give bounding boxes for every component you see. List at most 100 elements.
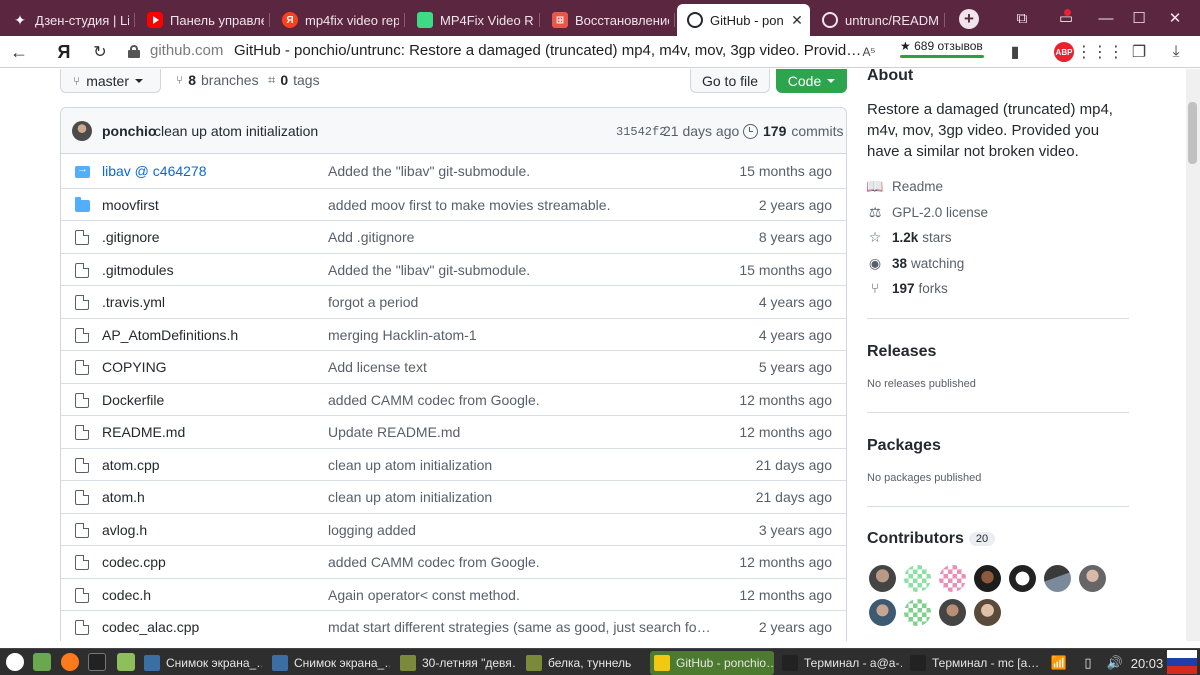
file-name[interactable]: .gitignore [102,229,160,245]
file-name[interactable]: AP_AtomDefinitions.h [102,327,238,343]
taskbar-window-button[interactable]: Терминал - mc [a… [906,651,1038,675]
file-name[interactable]: .gitmodules [102,262,174,278]
show-desktop-icon[interactable] [33,653,51,671]
wifi-icon[interactable]: 📶 [1048,653,1070,673]
license-link[interactable]: ⚖ GPL-2.0 license [867,202,988,222]
tabs-overview-icon[interactable]: ⧉ [1011,8,1033,28]
taskbar-window-button[interactable]: белка, туннель [522,651,644,675]
volume-icon[interactable]: 🔊 [1104,653,1126,673]
file-row[interactable]: avlog.h logging added 3 years ago [61,512,846,546]
maximize-icon[interactable]: ☐ [1128,8,1150,28]
file-commit-message[interactable]: added CAMM codec from Google. [328,554,713,570]
file-commit-message[interactable]: Add .gitignore [328,229,713,245]
file-commit-message[interactable]: mdat start different strategies (same as… [328,619,713,635]
file-commit-message[interactable]: Update README.md [328,424,713,440]
taskbar-window-button[interactable]: 30-летняя "девя… [396,651,516,675]
commit-message[interactable]: clean up atom initialization [154,123,318,139]
avatar[interactable] [72,121,92,141]
taskbar-window-button[interactable]: GitHub - ponchio… [650,651,774,675]
commit-sha[interactable]: 31542f2 [616,125,666,139]
branch-selector[interactable]: ⑂ master [60,69,161,93]
file-row[interactable]: .gitignore Add .gitignore 8 years ago [61,220,846,253]
file-row[interactable]: codec.cpp added CAMM codec from Google. 12… [61,545,846,578]
close-window-icon[interactable]: ✕ [1164,8,1186,28]
firefox-icon[interactable] [61,653,79,671]
file-commit-message[interactable]: added CAMM codec from Google. [328,392,713,408]
reviews-badge[interactable]: ★ 689 отзывов [900,39,984,58]
file-name[interactable]: COPYING [102,359,167,375]
avatar[interactable] [974,599,1001,626]
avatar[interactable] [869,565,896,592]
file-commit-message[interactable]: clean up atom initialization [328,457,713,473]
file-row[interactable]: .travis.yml forgot a period 4 years ago [61,285,846,318]
file-commit-message[interactable]: Add license text [328,359,713,375]
file-row[interactable]: libav @ c464278 Added the "libav" git-sub… [61,155,846,188]
file-row[interactable]: COPYING Add license text 5 years ago [61,350,846,383]
file-row[interactable]: atom.cpp clean up atom initialization 21 d… [61,447,846,481]
russian-flag-icon[interactable] [1167,650,1197,674]
file-row[interactable]: README.md Update README.md 12 months ago [61,415,846,448]
file-commit-message[interactable]: Again operator< const method. [328,587,713,603]
file-name[interactable]: codec.h [102,587,151,603]
apps-grid-icon[interactable]: ⋮⋮⋮ [1076,41,1124,63]
file-row[interactable]: AP_AtomDefinitions.h merging Hacklin-atom… [61,317,846,351]
file-commit-message[interactable]: Added the "libav" git-submodule. [328,262,713,278]
file-row[interactable]: moovfirst added moov first to make movies… [61,187,846,221]
close-tab-icon[interactable]: ✕ [790,12,804,29]
browser-tab[interactable]: ✦ Дзен-студия | Lin [2,4,135,36]
file-name[interactable]: codec_alac.cpp [102,619,199,635]
mint-menu-icon[interactable] [6,653,24,671]
download-icon[interactable]: ⤓ [1165,41,1187,63]
adblock-icon[interactable]: ABP [1054,42,1074,62]
reload-icon[interactable]: ↻ [88,40,112,64]
tags-link[interactable]: ⌗ 0 tags [268,72,320,88]
contributors-title[interactable]: Contributors 20 [867,530,996,548]
file-row[interactable]: atom.h clean up atom initialization 21 day… [61,480,846,513]
stars-link[interactable]: ☆ 1.2k stars [867,227,952,247]
file-name[interactable]: moovfirst [102,197,159,213]
avatar[interactable] [1009,565,1036,592]
commit-author[interactable]: ponchio [102,123,156,139]
browser-tab[interactable]: Панель управлен [137,4,270,36]
file-name[interactable]: README.md [102,424,185,440]
go-to-file-button[interactable]: Go to file [690,69,770,93]
scrollbar-thumb[interactable] [1188,102,1197,164]
terminal-icon[interactable] [88,653,106,671]
clock[interactable]: 20:03 [1130,653,1164,673]
new-tab-button[interactable]: + [959,9,979,29]
browser-tab[interactable]: untrunc/README [812,4,945,36]
avatar[interactable] [904,599,931,626]
code-button[interactable]: Code [776,69,847,93]
url-host[interactable]: github.com [150,42,223,59]
file-name[interactable]: Dockerfile [102,392,164,408]
avatar[interactable] [974,565,1001,592]
file-name[interactable]: libav @ c464278 [102,163,207,179]
file-row[interactable]: codec.h Again operator< const method. 12 m… [61,577,846,611]
yandex-logo-icon[interactable]: Я [52,40,76,64]
collections-icon[interactable]: ❐ [1128,41,1150,63]
files-icon[interactable] [117,653,135,671]
page-title-in-address[interactable]: GitHub - ponchio/untrunc: Restore a dama… [234,42,861,59]
battery-icon[interactable]: ▯ [1078,653,1098,673]
browser-tab[interactable]: MP4Fix Video Rep [407,4,540,36]
file-name[interactable]: avlog.h [102,522,147,538]
translate-icon[interactable]: A⁵ [858,41,880,63]
file-name[interactable]: .travis.yml [102,294,165,310]
watching-link[interactable]: ◉ 38 watching [867,253,964,273]
avatar[interactable] [939,565,966,592]
file-commit-message[interactable]: Added the "libav" git-submodule. [328,163,713,179]
minimize-icon[interactable]: — [1095,8,1117,28]
avatar[interactable] [939,599,966,626]
file-commit-message[interactable]: added moov first to make movies streamab… [328,197,713,213]
avatar[interactable] [904,565,931,592]
packages-title[interactable]: Packages [867,437,941,455]
file-row[interactable]: Dockerfile added CAMM codec from Google. 1… [61,382,846,416]
back-icon[interactable]: ← [7,40,31,64]
taskbar-window-button[interactable]: Снимок экрана_… [140,651,262,675]
forks-link[interactable]: ⑂ 197 forks [867,278,948,298]
file-commit-message[interactable]: merging Hacklin-atom-1 [328,327,713,343]
file-row[interactable]: .gitmodules Added the "libav" git-submodu… [61,252,846,286]
file-name[interactable]: atom.h [102,489,145,505]
commits-link[interactable]: 179 commits [743,123,843,139]
taskbar-window-button[interactable]: Снимок экрана_… [268,651,390,675]
